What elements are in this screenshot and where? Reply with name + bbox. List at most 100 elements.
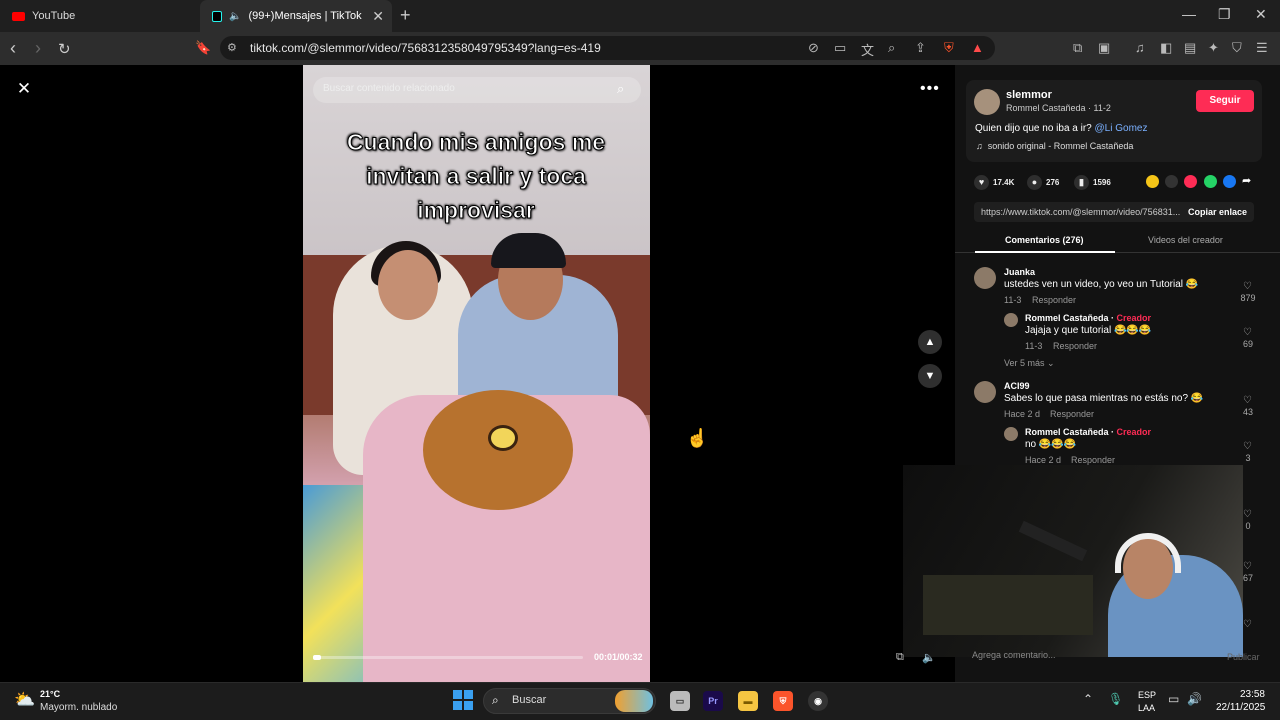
mute-icon[interactable]: 🔈	[229, 11, 241, 22]
url-text[interactable]: tiktok.com/@slemmor/video/75683123580497…	[250, 41, 601, 55]
mention-link[interactable]: @Li Gomez	[1095, 123, 1148, 134]
new-tab-button[interactable]: +	[400, 5, 411, 26]
comment-author[interactable]: Juanka	[1004, 267, 1035, 277]
tab-tiktok[interactable]: 🔈 (99+)Mensajes | TikTok ✕	[200, 0, 392, 32]
back-button[interactable]: ‹	[10, 38, 16, 59]
weather-condition[interactable]: Mayorm. nublado	[40, 702, 117, 713]
close-tab-icon[interactable]: ✕	[372, 8, 384, 25]
file-explorer-windows-icon[interactable]: ▭	[670, 691, 690, 711]
avatar[interactable]	[974, 89, 1000, 115]
comment-input[interactable]: Agrega comentario...	[972, 650, 1056, 660]
more-options-icon[interactable]: •••	[920, 80, 940, 98]
extensions-icon[interactable]: ⧉	[1073, 40, 1082, 56]
media-icon[interactable]: ♫	[1135, 40, 1145, 55]
copy-link-button[interactable]: Copiar enlace	[1188, 207, 1247, 217]
volume-icon[interactable]: 🔈	[922, 651, 936, 664]
comment-author[interactable]: ACI99	[1004, 381, 1030, 391]
translate-icon[interactable]: 文	[861, 40, 874, 59]
tab-youtube[interactable]: YouTube	[0, 0, 200, 32]
vpn-icon[interactable]: ⛉	[1232, 40, 1242, 56]
heart-icon[interactable]: ♡	[1243, 441, 1252, 452]
reply-button[interactable]: Responder	[1071, 455, 1115, 465]
language-code[interactable]: ESP	[1138, 690, 1156, 700]
video-progress-bar[interactable]	[313, 656, 583, 659]
avatar[interactable]	[1004, 427, 1018, 441]
heart-icon[interactable]: ♡	[1243, 561, 1252, 572]
keyboard-layout[interactable]: LAA	[1138, 703, 1155, 713]
network-icon[interactable]: ▭	[1168, 692, 1179, 706]
brave-rewards-icon[interactable]: ▲	[971, 40, 984, 55]
weather-temperature[interactable]: 21°C	[40, 689, 60, 699]
maximize-button[interactable]: ❐	[1218, 6, 1231, 23]
folder-icon[interactable]: ▬	[738, 691, 758, 711]
avatar[interactable]	[974, 381, 996, 403]
comment-author[interactable]: Rommel Castañeda · Creador	[1025, 313, 1151, 323]
comment-date: Hace 2 d	[1004, 409, 1041, 419]
send-icon[interactable]	[1184, 175, 1197, 188]
leo-ai-icon[interactable]: ✦	[1208, 40, 1219, 56]
tab-creator-videos[interactable]: Videos del creador	[1148, 235, 1223, 245]
taskbar-search-label[interactable]: Buscar	[512, 694, 546, 706]
share-icon[interactable]: ⇪	[915, 40, 926, 56]
cast-icon[interactable]: ▭	[834, 40, 846, 56]
search-icon[interactable]: ⌕	[617, 81, 624, 97]
coin-share-icon[interactable]	[1146, 175, 1159, 188]
menu-icon[interactable]: ☰	[1256, 40, 1268, 56]
share-arrow-icon[interactable]: ➦	[1242, 174, 1251, 187]
no-tracking-icon[interactable]: ⊘	[808, 40, 819, 56]
obs-icon[interactable]: ◉	[808, 691, 828, 711]
comment-button[interactable]: ● 276	[1027, 175, 1059, 190]
bookmark-icon[interactable]: 🔖	[195, 40, 211, 56]
search-highlight-icon[interactable]	[615, 690, 653, 712]
next-video-button[interactable]: ▼	[918, 364, 942, 388]
zoom-icon[interactable]: ⌕	[888, 40, 895, 56]
avatar[interactable]	[974, 267, 996, 289]
comment-like-count: 43	[1242, 407, 1253, 417]
embed-icon[interactable]	[1165, 175, 1178, 188]
close-window-button[interactable]: ✕	[1255, 6, 1267, 23]
like-button[interactable]: ♥ 17.4K	[974, 175, 1014, 190]
brave-shields-icon[interactable]: ⛨	[944, 40, 954, 56]
forward-button[interactable]: ›	[35, 38, 41, 59]
sound-link[interactable]: ♫ sonido original - Rommel Castañeda	[976, 141, 1133, 151]
heart-icon[interactable]: ♡	[1243, 327, 1252, 338]
site-info-icon[interactable]: ⚙	[227, 41, 237, 54]
brave-browser-icon[interactable]: ⛨	[773, 691, 793, 711]
speaker-icon[interactable]: 🔊	[1187, 692, 1202, 706]
comment-author[interactable]: Rommel Castañeda · Creador	[1025, 427, 1151, 437]
chevron-up-icon[interactable]: ⌃	[1083, 692, 1093, 706]
taskbar-clock[interactable]: 23:58	[1233, 689, 1265, 700]
follow-button[interactable]: Seguir	[1196, 90, 1254, 112]
reading-list-icon[interactable]: ▣	[1098, 40, 1110, 56]
wallet-icon[interactable]: ▤	[1184, 40, 1196, 56]
premiere-pro-icon[interactable]: Pr	[703, 691, 723, 711]
avatar[interactable]	[1004, 313, 1018, 327]
heart-icon[interactable]: ♡	[1243, 395, 1252, 406]
pip-icon[interactable]: ⧉	[896, 651, 904, 664]
minimize-button[interactable]: —	[1182, 6, 1196, 22]
taskbar-date[interactable]: 22/11/2025	[1216, 702, 1265, 713]
reload-button[interactable]: ↻	[58, 40, 71, 58]
whatsapp-icon[interactable]	[1204, 175, 1217, 188]
sidebar-icon[interactable]: ◧	[1160, 40, 1172, 56]
author-username[interactable]: slemmor	[1006, 89, 1052, 101]
heart-icon[interactable]: ♡	[1243, 619, 1252, 630]
publish-button[interactable]: Publicar	[1227, 652, 1260, 662]
previous-video-button[interactable]: ▲	[918, 330, 942, 354]
view-more-replies[interactable]: Ver 5 más ⌄	[1004, 358, 1055, 369]
windows-start-icon[interactable]	[453, 690, 473, 710]
tab-comments[interactable]: Comentarios (276)	[1005, 235, 1084, 245]
reply-button[interactable]: Responder	[1032, 295, 1076, 305]
close-video-button[interactable]: ✕	[12, 77, 36, 101]
microphone-icon[interactable]: 🎙	[1108, 692, 1123, 706]
weather-cloud-icon[interactable]: ⛅	[14, 690, 35, 710]
save-button[interactable]: ▮ 1596	[1074, 175, 1111, 190]
facebook-icon[interactable]	[1223, 175, 1236, 188]
creator-badge: Creador	[1116, 427, 1152, 437]
heart-icon[interactable]: ♡	[1243, 509, 1252, 520]
reply-button[interactable]: Responder	[1053, 341, 1097, 351]
related-search-placeholder[interactable]: Buscar contenido relacionado	[323, 83, 455, 94]
reply-button[interactable]: Responder	[1050, 409, 1094, 419]
heart-icon[interactable]: ♡	[1243, 281, 1252, 292]
share-link-text[interactable]: https://www.tiktok.com/@slemmor/video/75…	[981, 207, 1180, 217]
